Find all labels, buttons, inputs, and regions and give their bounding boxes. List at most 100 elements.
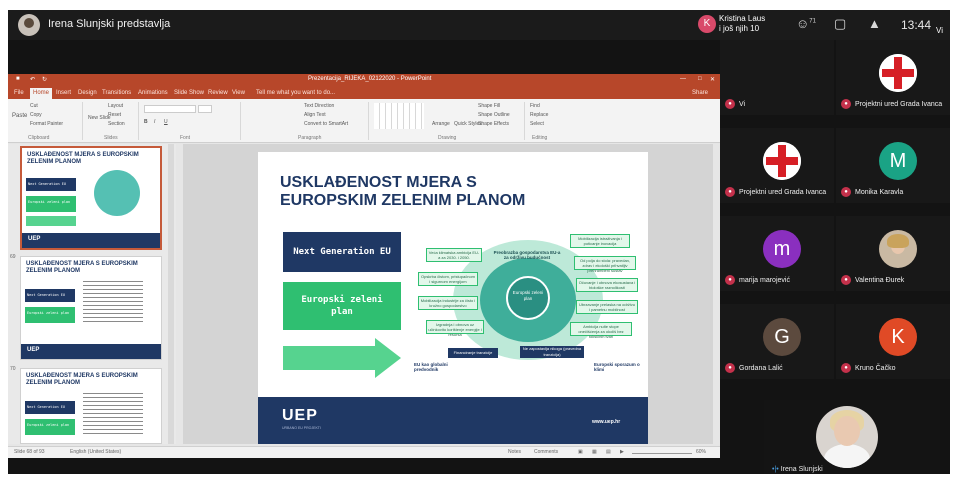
layout-button[interactable]: Layout	[108, 103, 123, 109]
notes-button[interactable]: Notes	[508, 449, 521, 455]
participant-tile[interactable]: ● Projektni ured Grada Ivanca	[836, 40, 950, 115]
shape-outline-button[interactable]: Shape Outline	[478, 112, 510, 118]
tab-animations[interactable]: Animations	[138, 90, 168, 96]
current-slide[interactable]: USKLAĐENOST MJERA S EUROPSKIM ZELENIM PLA…	[258, 152, 648, 444]
ribbon-separator	[368, 102, 369, 140]
section-button[interactable]: Section	[108, 121, 125, 127]
language-status[interactable]: English (United States)	[70, 449, 121, 455]
participant-grid: ● Vi ● Projektni ured Grada Ivanca ● Pro…	[720, 40, 950, 440]
comments-button[interactable]: Comments	[534, 449, 558, 455]
paste-button[interactable]: Paste	[12, 113, 27, 119]
reactions-icon[interactable]: ▲	[868, 16, 881, 31]
cut-button[interactable]: Cut	[30, 103, 38, 109]
font-name-box[interactable]	[144, 105, 196, 113]
slide-thumbnail[interactable]: USKLAĐENOST MJERA S EUROPSKIM ZELENIM PL…	[20, 256, 162, 360]
font-size-box[interactable]	[198, 105, 212, 113]
ppt-status-bar: Slide 68 of 93 English (United States) N…	[8, 446, 720, 458]
thumbnail-title: USKLAĐENOST MJERA S EUROPSKIM ZELENIM PL…	[26, 373, 138, 386]
bold-button[interactable]: B	[144, 119, 148, 125]
minimize-icon[interactable]: —	[680, 76, 686, 82]
tab-design[interactable]: Design	[78, 90, 97, 96]
participant-tile[interactable]: m ● marija marojević	[720, 216, 834, 291]
diagram-label-left: EU kao globalni predvodnik	[414, 362, 448, 372]
speaker-others: i još njih 10	[719, 24, 760, 33]
tab-transitions[interactable]: Transitions	[102, 90, 131, 96]
redo-icon[interactable]: ↻	[42, 76, 47, 83]
participant-tile[interactable]: G ● Gordana Lalić	[720, 304, 834, 379]
diagram-left-box: Veća klimatska ambicija EU-a za 2030. i …	[426, 248, 482, 262]
undo-icon[interactable]: ↶	[30, 76, 35, 83]
select-button[interactable]: Select	[530, 121, 544, 127]
presenter-video-tile[interactable]: •|• Irena Slunjski	[764, 400, 940, 474]
thumbnail-box-ngeu: Next Generation EU	[25, 401, 75, 414]
maximize-icon[interactable]: □	[698, 76, 702, 82]
arrange-button[interactable]: Arrange	[432, 121, 450, 127]
thumbnail-title: USKLAĐENOST MJERA S EUROPSKIM ZELENIM PL…	[27, 152, 139, 165]
sorter-view-icon[interactable]: ▦	[592, 449, 597, 455]
photo-hair	[887, 234, 909, 248]
tab-file[interactable]: File	[14, 90, 24, 96]
participant-avatar: M	[879, 142, 917, 180]
participant-tile[interactable]: ● Valentina Đurek	[836, 216, 950, 291]
slide-thumbnail[interactable]: USKLAĐENOST MJERA S EUROPSKIM ZELENIM PL…	[20, 368, 162, 444]
slideshow-view-icon[interactable]: ▶	[620, 449, 624, 455]
tab-review[interactable]: Review	[208, 90, 228, 96]
active-speaker-indicator[interactable]: K Kristina Laus i još njih 10	[698, 12, 780, 38]
tab-slide-show[interactable]: Slide Show	[174, 90, 204, 96]
participant-name: Kruno Čačko	[855, 365, 896, 372]
thumbnail-box-ezp: Europski zeleni plan	[26, 196, 76, 212]
slide-counter: Slide 68 of 93	[14, 449, 45, 455]
close-icon[interactable]: ✕	[710, 76, 715, 83]
participants-icon[interactable]: ☺71	[796, 16, 816, 31]
red-cross-avatar	[879, 54, 917, 92]
share-button[interactable]: Share	[692, 90, 708, 96]
participant-name: Vi	[739, 101, 746, 108]
tab-view[interactable]: View	[232, 90, 245, 96]
participant-tile[interactable]: ● Projektni ured Grada Ivanca	[720, 128, 834, 203]
shape-fill-button[interactable]: Shape Fill	[478, 103, 500, 109]
slide-title-line2: EUROPSKIM ZELENIM PLANOM	[280, 192, 526, 209]
thumbnail-logo: UEP	[28, 236, 41, 242]
ppt-title-bar: ■ ↶ ↻ Prezentacija_RIJEKA_02122020 - Pow…	[8, 74, 720, 88]
reading-view-icon[interactable]: ▤	[606, 449, 611, 455]
tab-insert[interactable]: Insert	[56, 90, 71, 96]
convert-smartart-button[interactable]: Convert to SmartArt	[304, 121, 348, 127]
thumbnail-logo: UEP	[27, 347, 40, 353]
shape-effects-button[interactable]: Shape Effects	[478, 121, 509, 127]
normal-view-icon[interactable]: ▣	[578, 449, 583, 455]
format-painter-button[interactable]: Format Painter	[30, 121, 63, 127]
zoom-level[interactable]: 60%	[696, 449, 706, 455]
align-text-button[interactable]: Align Text	[304, 112, 326, 118]
group-slides: Slides	[104, 135, 118, 141]
slide-title-line1: USKLAĐENOST MJERA S	[280, 174, 477, 191]
tell-me-box[interactable]: Tell me what you want to do...	[256, 90, 335, 96]
participant-tile[interactable]: ● Vi	[720, 40, 834, 115]
italic-button[interactable]: I	[154, 119, 155, 125]
red-cross-avatar	[763, 142, 801, 180]
participant-tile[interactable]: M ● Monika Karavla	[836, 128, 950, 203]
group-paragraph: Paragraph	[298, 135, 322, 141]
slide-thumbnail[interactable]: USKLAĐENOST MJERA S EUROPSKIM ZELENIM PL…	[20, 146, 162, 250]
underline-button[interactable]: U	[164, 119, 168, 125]
thumbnail-scrollbar[interactable]	[168, 144, 174, 444]
reset-button[interactable]: Reset	[108, 112, 121, 118]
text-direction-button[interactable]: Text Direction	[304, 103, 334, 109]
copy-button[interactable]: Copy	[30, 112, 42, 118]
participant-tile[interactable]: K ● Kruno Čačko	[836, 304, 950, 379]
chat-icon[interactable]: ▢	[834, 16, 846, 32]
diagram-left-box: Mobilizacija industrije za čisto i kružn…	[418, 296, 478, 310]
slide-editor[interactable]: USKLAĐENOST MJERA S EUROPSKIM ZELENIM PLA…	[183, 144, 713, 444]
participant-name: marija marojević	[739, 277, 790, 284]
meeting-clock: 13:44	[901, 18, 932, 32]
slide-thumbnail-pane[interactable]: USKLAĐENOST MJERA S EUROPSKIM ZELENIM PL…	[8, 144, 176, 444]
shapes-gallery[interactable]	[374, 103, 424, 129]
find-button[interactable]: Find	[530, 103, 540, 109]
replace-button[interactable]: Replace	[530, 112, 548, 118]
zoom-slider[interactable]	[632, 453, 692, 454]
uep-logo: UEP	[282, 407, 318, 424]
tab-home[interactable]: Home	[30, 88, 53, 99]
diagram-bottom-box: Ne zapostavlja nikoga (pravedna tranzici…	[520, 346, 584, 358]
presenter-avatar	[18, 14, 40, 36]
diagram-right-box: Od polja do stola: pravedan, zdrav i eko…	[574, 256, 636, 273]
save-icon[interactable]: ■	[16, 76, 20, 82]
